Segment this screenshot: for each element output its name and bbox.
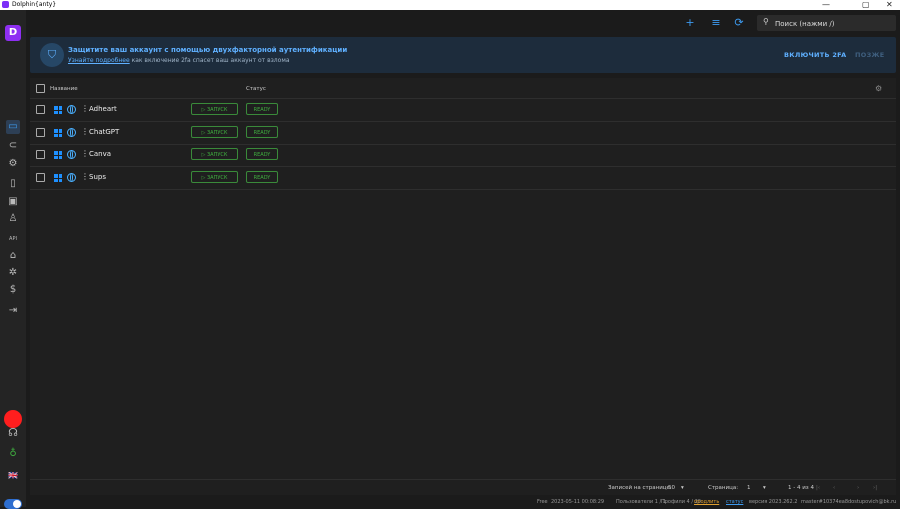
per-page-label: Записей на странице:: [608, 485, 672, 491]
bookmarks-icon[interactable]: ▯: [6, 177, 20, 191]
per-page-dropdown-icon[interactable]: ▾: [681, 485, 684, 491]
sidebar: D ▭ ⊂ ⚙ ▯ ▣ ♙ API ⌂ ✲ $ ⇥ ☊ ♁ 🇬🇧: [0, 10, 26, 509]
range-text: 1 - 4 из 4: [788, 485, 814, 491]
row-menu-icon[interactable]: ⋮: [81, 127, 89, 137]
search-box: ⚲: [757, 15, 896, 31]
enable-2fa-button[interactable]: ВКЛЮЧИТЬ 2FA: [784, 51, 847, 59]
language-flag-icon[interactable]: 🇬🇧: [6, 469, 20, 483]
profiles-table: Название Статус ⚙ ⋮ Adheart ▷ ЗАПУСК REA…: [30, 78, 896, 495]
banner-subtitle: Узнайте подробнее как включение 2fa спас…: [68, 57, 290, 64]
minimize-button[interactable]: —: [822, 0, 830, 10]
build-text: master#10374ea8: [801, 499, 849, 505]
row-menu-icon[interactable]: ⋮: [81, 149, 89, 159]
api-icon[interactable]: API: [6, 232, 20, 246]
windows-os-icon: [54, 106, 62, 114]
table-row[interactable]: ⋮ Sups ▷ ЗАПУСК READY: [30, 167, 896, 190]
proxies-icon[interactable]: ⊂: [6, 139, 20, 153]
status-link[interactable]: статус: [726, 499, 743, 505]
learn-more-link[interactable]: Узнайте подробнее: [68, 57, 130, 64]
app-logo[interactable]: D: [5, 25, 21, 41]
idea-bulb-icon[interactable]: ♁: [6, 447, 20, 461]
profile-name[interactable]: Canva: [89, 150, 111, 158]
next-page-icon[interactable]: ›: [857, 485, 859, 491]
search-input[interactable]: [773, 17, 892, 31]
pagination-bar: Записей на странице: 50 ▾ Страница: 1 ▾ …: [30, 479, 896, 496]
page-dropdown-icon[interactable]: ▾: [763, 485, 766, 491]
twofa-banner: ⛉ Защитите ваш аккаунт с помощью двухфак…: [30, 37, 896, 73]
banner-title: Защитите ваш аккаунт с помощью двухфакто…: [68, 46, 348, 54]
maximize-button[interactable]: ▢: [862, 0, 870, 10]
column-name-header[interactable]: Название: [50, 86, 78, 92]
table-header: Название Статус ⚙: [30, 78, 896, 99]
row-checkbox[interactable]: [36, 105, 45, 114]
scenarios-icon[interactable]: ⚙: [6, 157, 20, 171]
page-label: Страница:: [708, 485, 739, 491]
row-menu-icon[interactable]: ⋮: [81, 104, 89, 114]
per-page-select[interactable]: 50: [668, 485, 675, 491]
version-text: версия 2023.262.2: [749, 499, 798, 505]
close-button[interactable]: ✕: [886, 0, 893, 10]
date-text: 2023-05-11 00:08:29: [551, 499, 605, 505]
column-status-header[interactable]: Статус: [246, 86, 266, 92]
windows-os-icon: [54, 151, 62, 159]
first-page-icon[interactable]: |‹: [816, 485, 820, 491]
table-row[interactable]: ⋮ Adheart ▷ ЗАПУСК READY: [30, 99, 896, 122]
profile-name[interactable]: Adheart: [89, 105, 117, 113]
status-bar: Free 2023-05-11 00:08:29 Пользователи 1 …: [26, 497, 900, 507]
launch-button[interactable]: ▷ ЗАПУСК: [191, 148, 238, 160]
windows-os-icon: [54, 129, 62, 137]
row-checkbox[interactable]: [36, 150, 45, 159]
banner-subtitle-text: как включение 2fa спасет ваш аккаунт от …: [129, 57, 290, 64]
row-checkbox[interactable]: [36, 173, 45, 182]
launch-button[interactable]: ▷ ЗАПУСК: [191, 171, 238, 183]
globe-icon: [67, 128, 76, 137]
status-badge: READY: [246, 148, 278, 160]
table-row[interactable]: ⋮ Canva ▷ ЗАПУСК READY: [30, 144, 896, 167]
title-bar: Dolphin{anty} — ▢ ✕: [0, 0, 900, 10]
profile-name[interactable]: ChatGPT: [89, 128, 119, 136]
table-row[interactable]: ⋮ ChatGPT ▷ ЗАПУСК READY: [30, 122, 896, 145]
globe-icon: [67, 173, 76, 182]
prev-page-icon[interactable]: ‹: [833, 485, 835, 491]
logout-icon[interactable]: ⇥: [6, 304, 20, 318]
profile-name[interactable]: Sups: [89, 173, 106, 181]
launch-button[interactable]: ▷ ЗАПУСК: [191, 103, 238, 115]
app-icon: [2, 1, 9, 8]
status-badge: READY: [246, 103, 278, 115]
table-settings-gear-icon[interactable]: ⚙: [875, 84, 882, 93]
row-menu-icon[interactable]: ⋮: [81, 172, 89, 182]
profiles-icon[interactable]: ▭: [6, 120, 20, 134]
extend-link[interactable]: продлить: [694, 499, 719, 505]
support-headset-icon[interactable]: ☊: [6, 426, 20, 440]
status-badge: READY: [246, 126, 278, 138]
plan-text: Free: [537, 499, 548, 505]
filter-icon[interactable]: ≡: [709, 16, 723, 30]
last-page-icon[interactable]: ›|: [873, 485, 877, 491]
team-icon[interactable]: ♙: [6, 212, 20, 226]
select-all-checkbox[interactable]: [36, 84, 45, 93]
window-title: Dolphin{anty}: [12, 1, 57, 8]
theme-toggle[interactable]: [4, 499, 22, 509]
launch-button[interactable]: ▷ ЗАПУСК: [191, 126, 238, 138]
users-count: Пользователи 1 / 1: [616, 499, 666, 505]
page-select[interactable]: 1: [747, 485, 751, 491]
billing-icon[interactable]: $: [6, 283, 20, 297]
globe-icon: [67, 105, 76, 114]
user-email: dostupovich@bk.ru: [848, 499, 897, 505]
extensions-icon[interactable]: ▣: [6, 195, 20, 209]
settings-icon[interactable]: ✲: [6, 266, 20, 280]
shield-icon: ⛉: [40, 43, 64, 67]
windows-os-icon: [54, 174, 62, 182]
search-icon: ⚲: [763, 17, 769, 26]
row-checkbox[interactable]: [36, 128, 45, 137]
refresh-icon[interactable]: ⟳: [732, 16, 746, 30]
status-badge: READY: [246, 171, 278, 183]
globe-icon: [67, 150, 76, 159]
add-profile-icon[interactable]: +: [683, 16, 697, 30]
home-icon[interactable]: ⌂: [6, 249, 20, 263]
top-toolbar: + ≡ ⟳ ⚲: [26, 10, 900, 36]
later-button[interactable]: ПОЗЖЕ: [855, 51, 884, 59]
